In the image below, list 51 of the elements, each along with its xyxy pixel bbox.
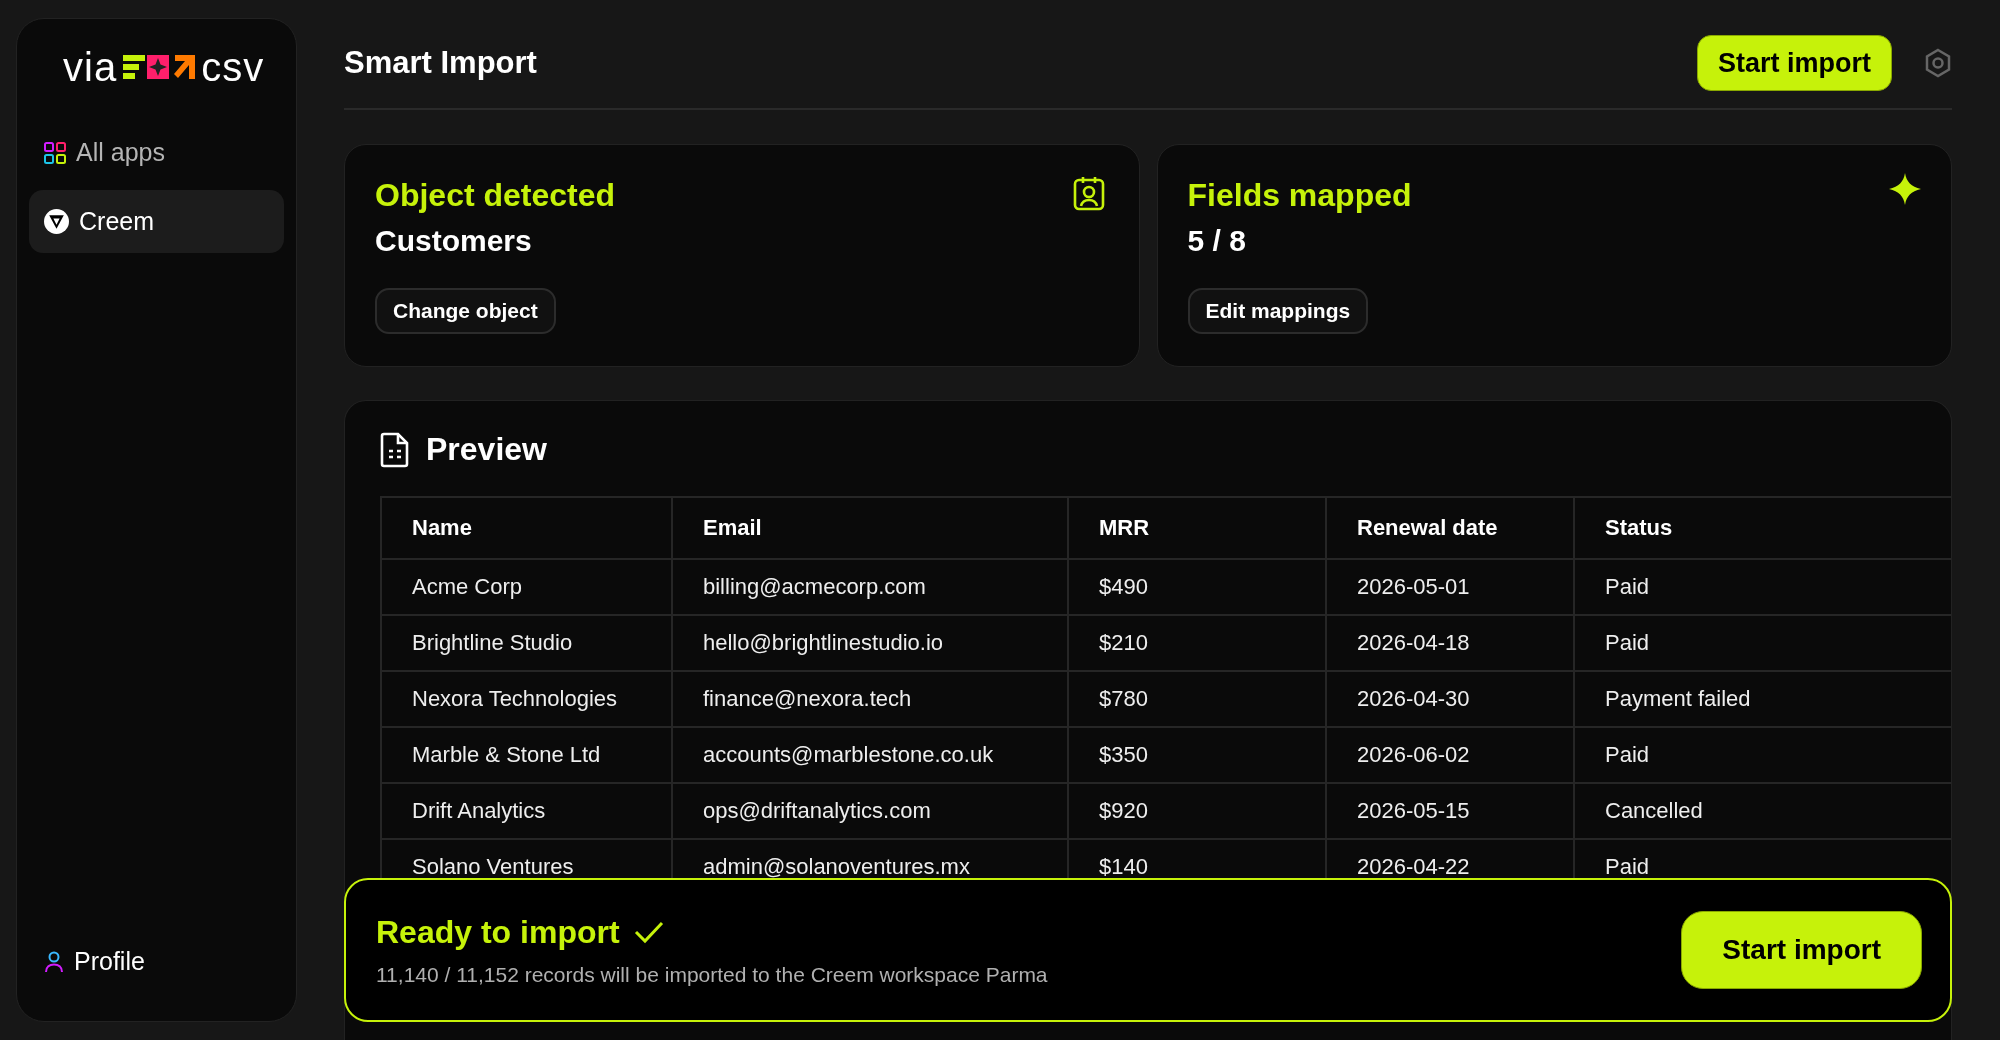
document-icon (380, 431, 410, 468)
logo-icon (123, 54, 196, 80)
table-cell: ops@driftanalytics.com (672, 783, 1068, 839)
banner-message: 11,140 / 11,152 records will be imported to the Creem workspace Parma (376, 962, 1048, 987)
sparkle-icon (1889, 173, 1921, 205)
table-cell: Nexora Technologies (381, 671, 672, 727)
table-cell: 2026-05-15 (1326, 783, 1574, 839)
card-value: Customers (375, 224, 533, 258)
column-header: Name (381, 497, 672, 559)
table-cell: Brightline Studio (381, 615, 672, 671)
logo-text: via (63, 47, 118, 87)
table-cell: $210 (1068, 615, 1326, 671)
banner-title: Ready to import (376, 913, 620, 951)
card-title: Object detected (375, 177, 616, 214)
start-import-button[interactable]: Start import (1681, 911, 1922, 989)
column-header: Email (672, 497, 1068, 559)
table-cell: 2026-04-18 (1326, 615, 1574, 671)
start-import-button[interactable]: Start import (1697, 35, 1892, 91)
card-action-button[interactable]: Change object (375, 288, 556, 334)
apps-grid-icon (44, 141, 66, 164)
settings-icon[interactable] (1924, 48, 1952, 78)
table-cell: finance@nexora.tech (672, 671, 1068, 727)
table-cell: $490 (1068, 559, 1326, 615)
page-title: Smart Import (344, 45, 537, 81)
card-value: 5 / 8 (1187, 224, 1247, 258)
sidebar-item[interactable]: Creem (29, 190, 284, 253)
preview-title: Preview (426, 431, 547, 468)
table-cell: 2026-04-30 (1326, 671, 1574, 727)
table-cell: hello@brightlinestudio.io (672, 615, 1068, 671)
column-header: Renewal date (1326, 497, 1574, 559)
table-cell: Marble & Stone Ltd (381, 727, 672, 783)
table-cell: billing@acmecorp.com (672, 559, 1068, 615)
table-cell: $350 (1068, 727, 1326, 783)
column-header: Status (1574, 497, 1950, 559)
contact-card-icon (1072, 175, 1105, 211)
table-cell: 2026-06-02 (1326, 727, 1574, 783)
sidebar-item[interactable]: All apps (29, 121, 284, 184)
check-icon (633, 920, 664, 944)
table-cell: Drift Analytics (381, 783, 672, 839)
table-cell: Acme Corp (381, 559, 672, 615)
profile-link[interactable]: Profile (29, 930, 284, 993)
table-cell: $920 (1068, 783, 1326, 839)
card-title: Fields mapped (1187, 177, 1412, 214)
table-cell: 2026-05-01 (1326, 559, 1574, 615)
user-icon (44, 950, 64, 973)
logo-text: csv (201, 47, 265, 87)
app-logo-icon (44, 209, 69, 234)
table-cell: accounts@marblestone.co.uk (672, 727, 1068, 783)
column-header: MRR (1068, 497, 1326, 559)
card-action-button[interactable]: Edit mappings (1187, 288, 1369, 334)
table-cell: $780 (1068, 671, 1326, 727)
